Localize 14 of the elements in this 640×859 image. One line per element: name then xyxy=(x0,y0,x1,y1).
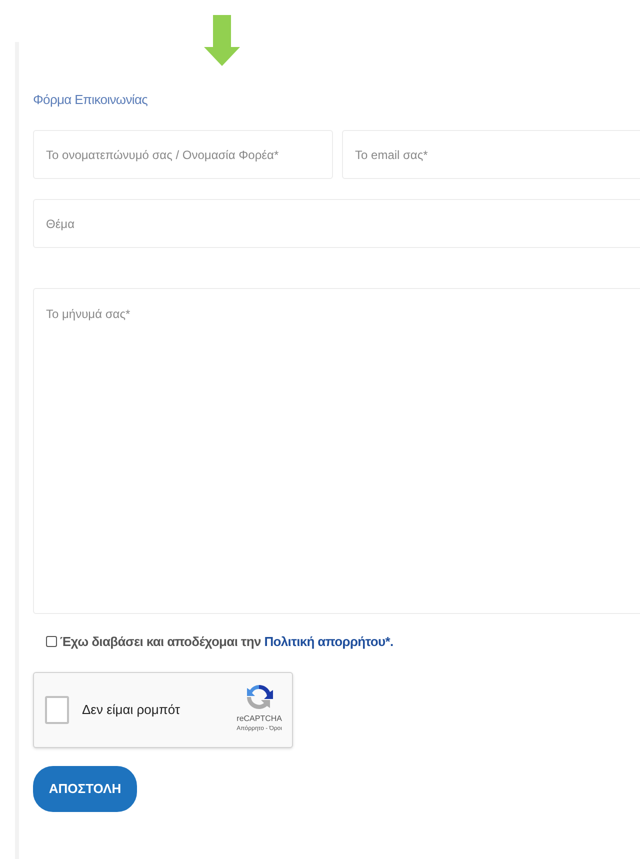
checkbox[interactable] xyxy=(46,636,57,648)
message-field[interactable]: Το μήνυμά σας* xyxy=(33,288,640,614)
recaptcha-brand: reCAPTCHA xyxy=(236,712,282,724)
text-field[interactable]: Θέμα xyxy=(33,199,640,248)
checkbox[interactable] xyxy=(45,696,69,724)
recaptcha-logo-icon xyxy=(245,682,274,710)
text-field[interactable]: Το email σας* xyxy=(342,130,640,179)
text-field[interactable]: Το ονοματεπώνυμό σας / Ονομασία Φορέα* xyxy=(33,130,333,179)
captcha-label: Δεν είμαι ρομπότ xyxy=(82,700,180,719)
consent-text: Έχω διαβάσει και αποδέχομαι την Πολιτική απορρήτου*. xyxy=(60,633,394,651)
privacy-policy-link[interactable]: Πολιτική απορρήτου xyxy=(264,634,386,649)
form-title: Φόρμα Επικοινωνίας xyxy=(33,91,149,109)
submit-button[interactable]: ΑΠΟΣΤΟΛΗ xyxy=(33,766,137,812)
down-arrow-icon xyxy=(204,15,240,66)
